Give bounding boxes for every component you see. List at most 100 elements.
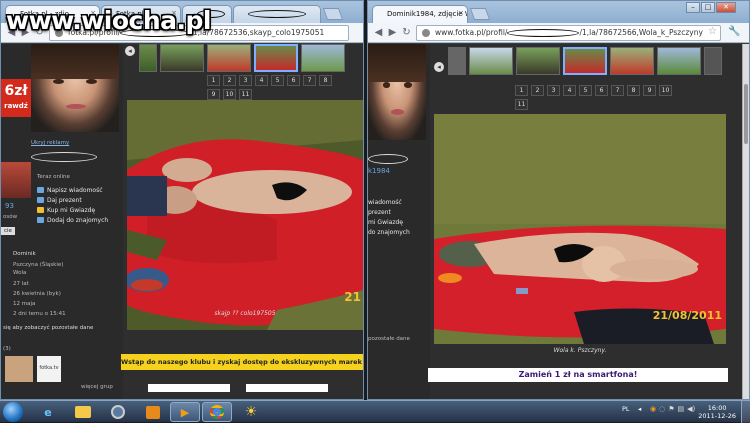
page-4[interactable]: 4	[255, 75, 268, 86]
group-thumb[interactable]	[5, 356, 33, 382]
menu-add-friend[interactable]: Dodaj do znajomych	[37, 215, 108, 225]
menu-send-message[interactable]: wiadomość	[368, 197, 410, 207]
chrome-icon[interactable]	[202, 402, 232, 422]
page-6[interactable]: 6	[287, 75, 300, 86]
sun-app-icon[interactable]: ☀	[236, 402, 266, 422]
ad-model-photo	[368, 44, 426, 140]
tab-redacted[interactable]	[233, 5, 321, 23]
internet-explorer-icon[interactable]: e	[33, 402, 63, 422]
page-1[interactable]: 1	[207, 75, 220, 86]
thumbnail[interactable]	[704, 47, 722, 75]
page-8[interactable]: 8	[627, 85, 640, 96]
thumbnail[interactable]	[469, 47, 513, 75]
back-icon[interactable]: ◀	[372, 26, 385, 39]
page-9[interactable]: 9	[643, 85, 656, 96]
more-groups-link[interactable]: więcej grup	[81, 384, 113, 390]
menu-buy-star[interactable]: mi Gwiazdę	[368, 217, 410, 227]
main-photo[interactable]: 21	[127, 100, 363, 330]
new-tab-button[interactable]	[469, 8, 491, 20]
reload-icon[interactable]: ↻	[400, 26, 413, 39]
outlook-icon[interactable]	[138, 402, 168, 422]
new-tab-button[interactable]	[322, 8, 344, 20]
side-button[interactable]: cie	[1, 227, 15, 235]
menu-buy-star[interactable]: Kup mi Gwiazdę	[37, 205, 108, 215]
start-button[interactable]	[3, 402, 23, 422]
smartphone-banner[interactable]: Zamień 1 zł na smartfona!	[428, 368, 728, 382]
login-to-see-more[interactable]: się aby zobaczyć pozostałe dane	[3, 325, 93, 331]
prev-arrow-icon[interactable]: ◂	[125, 46, 135, 56]
page-2[interactable]: 2	[223, 75, 236, 86]
page-10[interactable]: 10	[659, 85, 672, 96]
bookmark-star-icon[interactable]: ☆	[708, 26, 717, 37]
page-4[interactable]: 4	[563, 85, 576, 96]
redaction-scribble	[507, 29, 580, 37]
language-indicator[interactable]: PL	[622, 405, 630, 413]
media-player-task[interactable]: ▶	[170, 402, 200, 422]
club-banner[interactable]: Wstąp do naszego klubu i zyskaj dostęp d…	[121, 354, 363, 370]
menu-send-message[interactable]: Napisz wiadomość	[37, 185, 108, 195]
thumbnail[interactable]	[448, 47, 466, 75]
page-8[interactable]: 8	[319, 75, 332, 86]
thumbnail-selected[interactable]	[254, 44, 298, 72]
photo-date-stamp: 21/08/2011	[652, 309, 722, 322]
thumbnail[interactable]	[516, 47, 560, 75]
page-3[interactable]: 3	[239, 75, 252, 86]
clock[interactable]: 16:00 2011-12-26	[698, 404, 736, 420]
menu-give-gift[interactable]: Daj prezent	[37, 195, 108, 205]
scrollbar-thumb[interactable]	[744, 84, 748, 144]
menu-give-gift[interactable]: prezent	[368, 207, 410, 217]
thumbnail[interactable]	[160, 44, 204, 72]
menu-add-friend[interactable]: do znajomych	[368, 227, 410, 237]
page-6[interactable]: 6	[595, 85, 608, 96]
address-bar[interactable]: www.fotka.pl/profil/ /1,la/78672566,Wola_…	[416, 25, 721, 41]
page-9[interactable]: 9	[207, 89, 220, 100]
thumbnail[interactable]	[301, 44, 345, 72]
page-11[interactable]: 11	[239, 89, 252, 100]
thumbnail[interactable]	[139, 44, 157, 72]
media-player-icon[interactable]	[103, 402, 133, 422]
page-7[interactable]: 7	[303, 75, 316, 86]
fotka-tv-thumb[interactable]: fotka.tv	[37, 356, 61, 382]
flag-icon[interactable]: ⚑	[668, 405, 674, 413]
thumbnail[interactable]	[610, 47, 654, 75]
right-browser-window: Dominik1984, zdjęcie Wola× – □ ✕ ◀ ▶ ↻ w…	[367, 0, 750, 400]
volume-icon[interactable]: ◀)	[687, 405, 695, 413]
page-1[interactable]: 1	[515, 85, 528, 96]
forward-icon[interactable]: ▶	[386, 26, 399, 39]
close-icon[interactable]: ×	[458, 9, 464, 17]
show-desktop-button[interactable]	[741, 401, 750, 423]
page-10[interactable]: 10	[223, 89, 236, 100]
page-5[interactable]: 5	[579, 85, 592, 96]
main-photo[interactable]: 21/08/2011	[434, 114, 726, 344]
thumbnail[interactable]	[657, 47, 701, 75]
tab-dominik[interactable]: Dominik1984, zdjęcie Wola×	[372, 5, 468, 24]
thumbnail[interactable]	[207, 44, 251, 72]
vertical-scrollbar[interactable]	[742, 44, 749, 399]
tab-strip: Dominik1984, zdjęcie Wola× – □ ✕	[368, 1, 749, 24]
page-3[interactable]: 3	[547, 85, 560, 96]
menu-label: Kup mi Gwiazdę	[47, 206, 96, 214]
page-7[interactable]: 7	[611, 85, 624, 96]
profile-menu: wiadomość prezent mi Gwiazdę do znajomyc…	[368, 197, 410, 237]
close-window-icon[interactable]: ✕	[716, 2, 736, 13]
promo-badge[interactable]: 6zł rawdź	[1, 79, 31, 117]
tray-arrow-icon[interactable]: ◂	[638, 405, 641, 413]
tray-app-icon[interactable]: ◌	[659, 405, 665, 413]
network-icon[interactable]: ▤	[678, 405, 685, 413]
page-5[interactable]: 5	[271, 75, 284, 86]
prev-arrow-icon[interactable]: ◂	[434, 62, 444, 72]
minimize-icon[interactable]: –	[686, 2, 700, 13]
tray-app-icon[interactable]: ◉	[650, 405, 656, 413]
page-2[interactable]: 2	[531, 85, 544, 96]
profile-thumb[interactable]	[1, 162, 31, 198]
wrench-icon[interactable]: 🔧	[728, 26, 740, 37]
maximize-icon[interactable]: □	[701, 2, 715, 13]
file-explorer-icon[interactable]	[68, 402, 98, 422]
see-more-data[interactable]: pozostałe dane	[368, 336, 410, 342]
hide-ads-link[interactable]: Ukryj reklamy	[31, 140, 69, 146]
fotka-tv-label: fotka.tv	[39, 365, 59, 371]
thumbnail-selected[interactable]	[563, 47, 607, 75]
left-sidebar: 6zł rawdź Ukryj reklamy Teraz online Nap…	[1, 44, 123, 399]
page-11[interactable]: 11	[515, 99, 528, 110]
menu-label: Daj prezent	[47, 196, 82, 204]
